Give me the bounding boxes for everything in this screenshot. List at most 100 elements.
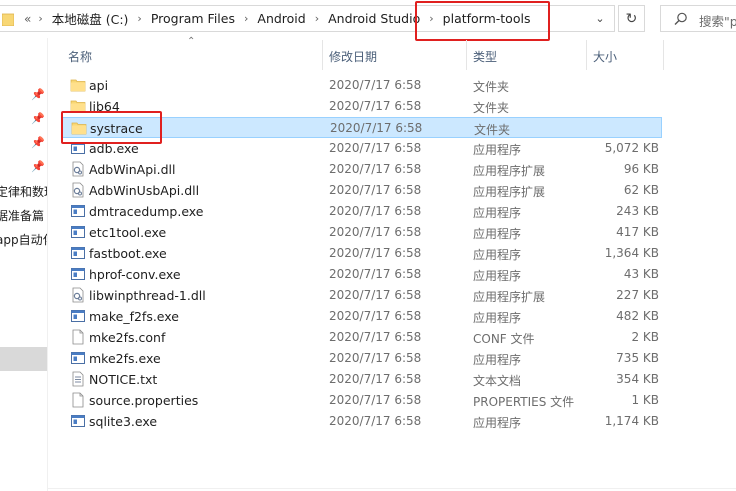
file-name[interactable]: dmtracedump.exe	[89, 204, 204, 219]
file-name[interactable]: make_f2fs.exe	[89, 309, 179, 324]
search-input[interactable]: 搜索"p	[660, 5, 736, 32]
file-modified-date: 2020/7/17 6:58	[329, 141, 422, 155]
file-type: 应用程序	[473, 311, 522, 325]
file-size: 1,364 KB	[604, 246, 659, 260]
file-type: 应用程序	[473, 206, 522, 220]
file-type: PROPERTIES 文件	[473, 395, 575, 409]
file-modified-date: 2020/7/17 6:58	[329, 351, 422, 365]
file-size: 43 KB	[623, 267, 659, 281]
file-type: 文件夹	[473, 80, 510, 94]
file-row[interactable]: api 2020/7/17 6:58 文件夹	[62, 75, 662, 96]
file-size: 5,072 KB	[604, 141, 659, 155]
pin-icon[interactable]: 📌	[31, 160, 45, 173]
file-modified-date: 2020/7/17 6:58	[329, 330, 422, 344]
highlight-box-systrace	[61, 111, 162, 144]
file-modified-date: 2020/7/17 6:58	[330, 121, 423, 135]
file-modified-date: 2020/7/17 6:58	[329, 372, 422, 386]
file-modified-date: 2020/7/17 6:58	[329, 99, 422, 113]
pin-icon[interactable]: 📌	[31, 112, 45, 125]
breadcrumb-item[interactable]: Program Files	[147, 11, 239, 26]
column-header-name[interactable]: 名称	[68, 48, 92, 65]
application-icon	[70, 245, 86, 261]
file-name[interactable]: mke2fs.conf	[89, 330, 165, 345]
chevron-right-icon[interactable]: ›	[33, 12, 47, 25]
file-row[interactable]: NOTICE.txt 2020/7/17 6:58 文本文档 354 KB	[62, 369, 662, 390]
file-row[interactable]: make_f2fs.exe 2020/7/17 6:58 应用程序 482 KB	[62, 306, 662, 327]
file-name[interactable]: api	[89, 78, 108, 93]
file-row[interactable]: sqlite3.exe 2020/7/17 6:58 应用程序 1,174 KB	[62, 411, 662, 432]
file-size: 96 KB	[623, 162, 659, 176]
file-size: 417 KB	[616, 225, 659, 239]
refresh-button[interactable]: ↻	[618, 5, 645, 32]
folder-icon	[2, 13, 14, 26]
sort-ascending-icon: ⌃	[187, 36, 196, 47]
file-row[interactable]: etc1tool.exe 2020/7/17 6:58 应用程序 417 KB	[62, 222, 662, 243]
file-type: 文件夹	[473, 101, 510, 115]
column-header-type[interactable]: 类型	[473, 48, 497, 65]
file-modified-date: 2020/7/17 6:58	[329, 414, 422, 428]
file-row[interactable]: mke2fs.exe 2020/7/17 6:58 应用程序 735 KB	[62, 348, 662, 369]
file-modified-date: 2020/7/17 6:58	[329, 162, 422, 176]
file-list: api 2020/7/17 6:58 文件夹 lib64 2020/7/17 6:58 文…	[62, 75, 736, 432]
column-header-date[interactable]: 修改日期	[329, 48, 377, 65]
file-type: 应用程序	[473, 416, 522, 430]
file-name[interactable]: etc1tool.exe	[89, 225, 166, 240]
file-row[interactable]: AdbWinUsbApi.dll 2020/7/17 6:58 应用程序扩展 62 K…	[62, 180, 662, 201]
highlight-box-platform-tools	[415, 1, 550, 41]
file-name[interactable]: NOTICE.txt	[89, 372, 157, 387]
file-row[interactable]: AdbWinApi.dll 2020/7/17 6:58 应用程序扩展 96 KB	[62, 159, 662, 180]
file-row[interactable]: libwinpthread-1.dll 2020/7/17 6:58 应用程序扩展 2…	[62, 285, 662, 306]
navigation-pane: 📌 📌 📌 📌 定律和数理 据准备篇 app自动化	[0, 38, 48, 491]
nav-item-1[interactable]: 定律和数理	[0, 183, 47, 200]
file-name[interactable]: source.properties	[89, 393, 198, 408]
file-name[interactable]: mke2fs.exe	[89, 351, 161, 366]
file-icon	[70, 329, 86, 345]
nav-item-2[interactable]: 据准备篇	[0, 207, 44, 224]
file-name[interactable]: libwinpthread-1.dll	[89, 288, 206, 303]
file-size: 1,174 KB	[604, 414, 659, 428]
chevron-right-icon[interactable]: ›	[310, 12, 324, 25]
file-modified-date: 2020/7/17 6:58	[329, 246, 422, 260]
nav-item-3[interactable]: app自动化	[0, 231, 47, 248]
file-name[interactable]: AdbWinApi.dll	[89, 162, 176, 177]
file-type: 应用程序	[473, 269, 522, 283]
file-type: CONF 文件	[473, 332, 535, 346]
folder-icon	[70, 77, 86, 93]
file-size: 62 KB	[623, 183, 659, 197]
search-icon	[674, 12, 687, 25]
pin-icon[interactable]: 📌	[31, 88, 45, 101]
file-row[interactable]: fastboot.exe 2020/7/17 6:58 应用程序 1,364 KB	[62, 243, 662, 264]
breadcrumb-item[interactable]: Android Studio	[324, 11, 424, 26]
column-header-size[interactable]: 大小	[593, 48, 617, 65]
breadcrumb-overflow[interactable]: «	[22, 12, 33, 26]
file-type: 应用程序	[473, 143, 522, 157]
file-name[interactable]: hprof-conv.exe	[89, 267, 181, 282]
file-modified-date: 2020/7/17 6:58	[329, 204, 422, 218]
file-size: 243 KB	[616, 204, 659, 218]
search-placeholder: 搜索"p	[699, 14, 736, 29]
nav-selected-item[interactable]	[0, 347, 47, 371]
file-modified-date: 2020/7/17 6:58	[329, 78, 422, 92]
file-type: 应用程序扩展	[473, 164, 546, 178]
file-name[interactable]: fastboot.exe	[89, 246, 167, 261]
chevron-right-icon[interactable]: ›	[132, 12, 146, 25]
dll-file-icon	[70, 182, 86, 198]
breadcrumb-item[interactable]: 本地磁盘 (C:)	[48, 9, 133, 28]
file-size: 2 KB	[631, 330, 659, 344]
application-icon	[70, 308, 86, 324]
file-modified-date: 2020/7/17 6:58	[329, 288, 422, 302]
application-icon	[70, 224, 86, 240]
file-row[interactable]: hprof-conv.exe 2020/7/17 6:58 应用程序 43 KB	[62, 264, 662, 285]
pin-icon[interactable]: 📌	[31, 136, 45, 149]
chevron-right-icon[interactable]: ›	[239, 12, 253, 25]
chevron-down-icon[interactable]: ⌄	[592, 12, 608, 26]
file-row[interactable]: dmtracedump.exe 2020/7/17 6:58 应用程序 243 KB	[62, 201, 662, 222]
file-name[interactable]: AdbWinUsbApi.dll	[89, 183, 199, 198]
text-file-icon	[70, 371, 86, 387]
file-row[interactable]: source.properties 2020/7/17 6:58 PROPERTIE…	[62, 390, 662, 411]
breadcrumb-item[interactable]: Android	[253, 11, 309, 26]
file-size: 354 KB	[616, 372, 659, 386]
file-type: 文本文档	[473, 374, 522, 388]
file-row[interactable]: mke2fs.conf 2020/7/17 6:58 CONF 文件 2 KB	[62, 327, 662, 348]
file-name[interactable]: sqlite3.exe	[89, 414, 157, 429]
